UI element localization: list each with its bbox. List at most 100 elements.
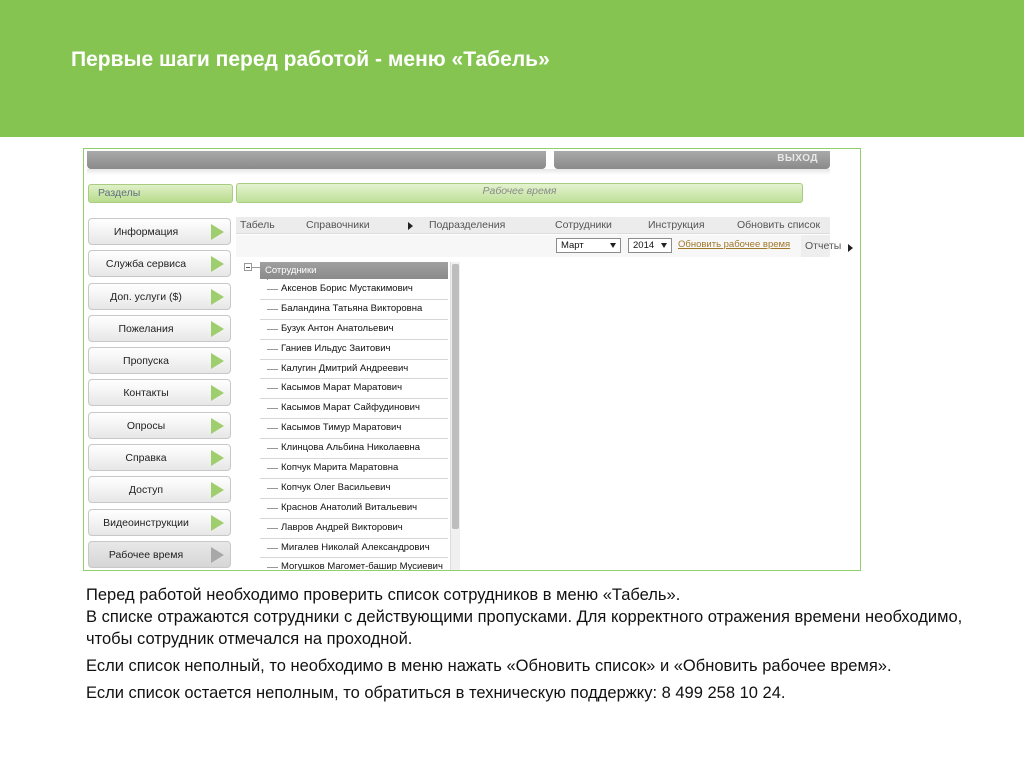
employee-name: Касымов Тимур Маратович	[281, 422, 402, 434]
arrow-right-icon	[211, 417, 224, 434]
tree-branch	[267, 348, 278, 350]
employee-name: Аксенов Борис Мустакимович	[281, 283, 413, 294]
caption-paragraph: Перед работой необходимо проверить списо…	[86, 584, 986, 650]
sidebar-item-label: Служба сервиса	[105, 258, 187, 271]
menu-item-references[interactable]: Справочники	[306, 219, 370, 231]
employee-name: Могушков Магомет-башир Мусиевич	[281, 561, 443, 571]
employee-row[interactable]: Краснов Анатолий Витальевич	[260, 498, 448, 519]
employee-row[interactable]: Копчук Олег Васильевич	[260, 478, 448, 499]
update-working-time-link[interactable]: Обновить рабочее время	[678, 239, 790, 250]
tree-branch	[267, 448, 278, 450]
employee-name: Ганиев Ильдус Заитович	[281, 342, 391, 354]
reports-label: Отчеты	[805, 240, 842, 252]
employee-row[interactable]: Аксенов Борис Мустакимович	[260, 280, 448, 300]
sidebar-item-surveys[interactable]: Опросы	[88, 411, 231, 439]
arrow-right-icon	[211, 514, 224, 531]
sidebar-item-contacts[interactable]: Контакты	[88, 379, 231, 407]
caption-line: Перед работой необходимо проверить списо…	[86, 586, 681, 604]
app-screenshot: ВЫХОД Разделы Рабочее время Информация С…	[83, 148, 861, 571]
employee-name: Краснов Анатолий Витальевич	[281, 501, 418, 513]
employee-row[interactable]: Касымов Марат Сайфудинович	[260, 399, 448, 420]
sidebar-item-service[interactable]: Служба сервиса	[88, 250, 231, 278]
menu-item-departments[interactable]: Подразделения	[429, 219, 505, 231]
sidebar-item-working-time[interactable]: Рабочее время	[88, 540, 231, 568]
employee-row[interactable]: Бузук Антон Анатольевич	[260, 319, 448, 340]
sections-header: Разделы	[88, 184, 233, 203]
dropdown-arrow-icon	[610, 243, 616, 248]
tree-branch	[267, 567, 278, 569]
sidebar-item-passes[interactable]: Пропуска	[88, 347, 231, 375]
employee-name: Копчук Марита Маратовна	[281, 462, 399, 474]
employees-list: Аксенов Борис Мустакимович Баландина Тат…	[260, 280, 448, 571]
page-heading-bar: Рабочее время	[236, 183, 803, 203]
employees-tree-header[interactable]: Сотрудники	[260, 262, 448, 279]
exit-button[interactable]: ВЫХОД	[777, 153, 818, 164]
tree-branch	[267, 328, 278, 330]
employee-name: Лавров Андрей Викторович	[281, 521, 403, 533]
employee-name: Баландина Татьяна Викторовна	[281, 302, 423, 314]
arrow-right-icon	[211, 353, 224, 370]
caption-paragraph: Если список неполный, то необходимо в ме…	[86, 657, 892, 675]
year-value: 2014	[633, 240, 655, 251]
sidebar-item-help[interactable]: Справка	[88, 444, 231, 472]
menu-item-tabel[interactable]: Табель	[240, 219, 275, 231]
tree-branch	[267, 289, 278, 290]
page-heading: Рабочее время	[482, 185, 557, 197]
reports-arrow-icon	[848, 244, 853, 252]
employee-row[interactable]: Копчук Марита Маратовна	[260, 459, 448, 479]
year-select[interactable]: 2014	[628, 238, 672, 253]
sidebar-item-wishes[interactable]: Пожелания	[88, 314, 231, 342]
arrow-right-icon	[211, 224, 224, 240]
month-value: Март	[561, 240, 584, 251]
top-menu-bar: Табель Справочники Подразделения Сотрудн…	[236, 217, 830, 234]
dropdown-arrow-icon	[661, 243, 667, 248]
tree-branch	[267, 468, 278, 470]
employee-row[interactable]: Клинцова Альбина Николаевна	[260, 439, 448, 460]
tree-branch	[267, 388, 278, 390]
sections-label: Разделы	[98, 187, 141, 199]
arrow-right-icon	[211, 256, 224, 273]
arrow-right-icon	[211, 546, 224, 563]
tree-branch	[267, 408, 278, 410]
sidebar-menu: Информация Служба сервиса Доп. услуги ($…	[88, 218, 233, 570]
tree-branch	[267, 487, 278, 489]
employee-row[interactable]: Лавров Андрей Викторович	[260, 518, 448, 539]
sidebar-item-extra-services[interactable]: Доп. услуги ($)	[88, 282, 231, 310]
tree-branch	[267, 507, 278, 509]
employee-row[interactable]: Ганиев Ильдус Заитович	[260, 339, 448, 360]
tree-branch	[267, 308, 278, 310]
tree-branch	[267, 428, 278, 430]
employee-row[interactable]: Мигалев Николай Александрович	[260, 538, 448, 559]
sidebar-item-video-instructions[interactable]: Видеоинструкции	[88, 508, 231, 536]
employee-row[interactable]: Баландина Татьяна Викторовна	[260, 299, 448, 320]
employee-row[interactable]: Калугин Дмитрий Андреевич	[260, 359, 448, 380]
slide-caption: Перед работой необходимо проверить списо…	[86, 584, 986, 709]
scrollbar-thumb[interactable]	[452, 264, 459, 529]
employee-row[interactable]: Могушков Магомет-башир Мусиевич	[260, 558, 448, 571]
sidebar-item-label: Опросы	[126, 419, 166, 432]
collapse-icon[interactable]	[244, 263, 252, 271]
employees-scrollbar[interactable]	[450, 262, 460, 570]
employee-name: Клинцова Альбина Николаевна	[281, 442, 421, 454]
menu-item-employees[interactable]: Сотрудники	[555, 219, 612, 231]
sidebar-item-label: Пожелания	[118, 322, 174, 335]
slide-header: Первые шаги перед работой - меню «Табель…	[0, 0, 1024, 137]
sidebar-item-label: Видеоинструкции	[103, 516, 189, 529]
menu-item-update-list[interactable]: Обновить список	[737, 219, 820, 231]
month-select[interactable]: Март	[556, 238, 621, 253]
sidebar-item-label: Пропуска	[123, 355, 169, 368]
sidebar-item-access[interactable]: Доступ	[88, 476, 231, 504]
sidebar-item-label: Информация	[113, 226, 179, 238]
arrow-right-icon	[211, 288, 224, 305]
reports-menu[interactable]: Отчеты	[801, 235, 841, 257]
sidebar-item-information[interactable]: Информация	[88, 218, 231, 245]
menu-item-instructions[interactable]: Инструкция	[648, 219, 705, 231]
tree-branch	[267, 368, 278, 370]
sidebar-item-label: Доступ	[128, 484, 164, 497]
sidebar-item-label: Контакты	[123, 387, 169, 400]
employee-row[interactable]: Касымов Тимур Маратович	[260, 419, 448, 440]
employee-name: Копчук Олег Васильевич	[281, 481, 391, 493]
sidebar-item-label: Справка	[125, 452, 167, 465]
top-bar	[87, 151, 546, 169]
employee-row[interactable]: Касымов Марат Маратович	[260, 379, 448, 400]
